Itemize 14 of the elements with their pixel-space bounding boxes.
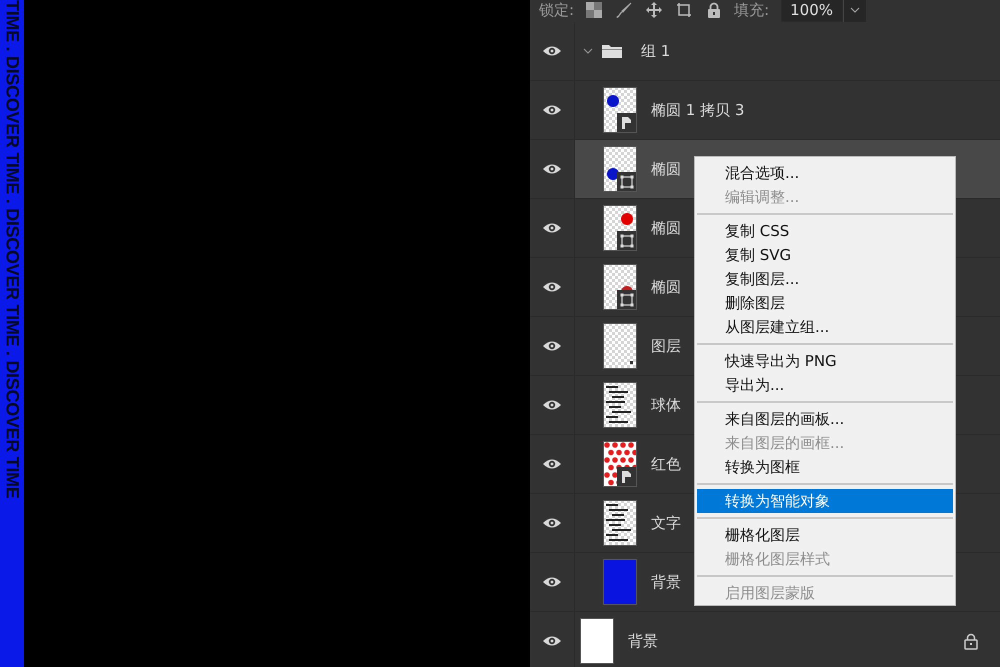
lock-label: 锁定:: [539, 0, 574, 20]
layer-name: 球体: [651, 396, 681, 414]
layer-name: 椭圆: [651, 160, 681, 178]
layer-name: 组 1: [641, 42, 670, 60]
layer-name: 图层: [651, 336, 681, 356]
layer-name: 红色: [651, 454, 681, 474]
layer-name: 背景: [651, 572, 681, 592]
layer-name: 背景: [628, 632, 658, 650]
layer-name: 椭圆 1 拷贝 3: [651, 100, 744, 120]
fill-label: 填充:: [734, 0, 770, 20]
layer-name: 椭圆: [651, 218, 681, 238]
layer-name: 文字: [651, 514, 681, 532]
artwork-text: TIME . DISCOVER TIME . DISCOVER TIME . DISCOVER TIME: [2, 0, 22, 500]
layer-name: 椭圆: [651, 278, 681, 296]
